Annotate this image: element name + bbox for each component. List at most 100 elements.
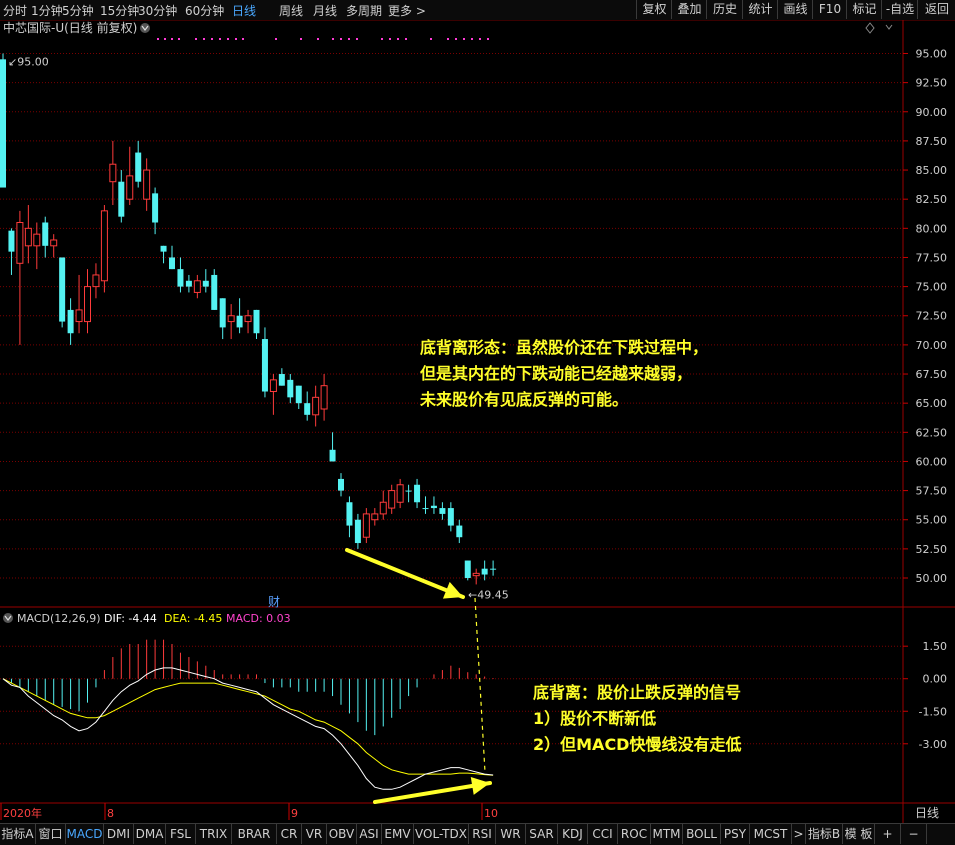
date-label: 9 [291, 807, 298, 820]
indicator-tab-15[interactable]: WR [496, 824, 526, 844]
indicator-tab-1[interactable]: 窗口 [36, 824, 66, 844]
indicator-tab-13[interactable]: VOL-TDX [414, 824, 469, 844]
indicator-tab-14[interactable]: RSI [469, 824, 496, 844]
indicator-tab-19[interactable]: ROC [618, 824, 651, 844]
candle-body [354, 519, 361, 544]
period-tab-9[interactable]: 多周期 [346, 2, 382, 19]
indicator-tab-11[interactable]: ASI [357, 824, 382, 844]
date-axis-right-label: 日线 [915, 806, 939, 820]
candle [287, 374, 294, 404]
indicator-tab-6[interactable]: TRIX [196, 824, 232, 844]
indicator-tab-17[interactable]: KDJ [558, 824, 588, 844]
indicator-tab-2[interactable]: MACD [66, 824, 104, 844]
toolbar-button-5[interactable]: F10 [812, 0, 847, 19]
toolbar-button-7[interactable]: -自选 [881, 0, 918, 19]
indicator-tab-4[interactable]: DMA [134, 824, 166, 844]
period-tab-5[interactable]: 60分钟 [185, 2, 224, 19]
period-tab-0[interactable]: 分时 [3, 2, 27, 19]
candle-body [33, 233, 41, 247]
date-label: 2020年 [3, 806, 42, 820]
indicator-tab-10[interactable]: OBV [327, 824, 357, 844]
annotation-bottom: 底背离：股价止跌反弹的信号 1）股价不断新低 2）但MACD快慢线没有走低 [533, 680, 741, 758]
macd-tick-label: 1.50 [923, 640, 948, 653]
toolbar-button-3[interactable]: 统计 [742, 0, 778, 19]
candle [236, 298, 243, 334]
candle [278, 368, 285, 386]
event-dot-27 [479, 38, 481, 40]
toolbar-button-2[interactable]: 历史 [706, 0, 743, 19]
candle [33, 222, 41, 270]
indicator-tab-18[interactable]: CCI [588, 824, 618, 844]
period-tab-10[interactable]: 更多 > [388, 2, 426, 19]
indicator-tab-24[interactable]: > [792, 824, 806, 844]
annotation-bottom-line-2: 1）股价不断新低 [533, 709, 657, 728]
period-tab-7[interactable]: 周线 [279, 2, 303, 19]
indicator-tab-22[interactable]: PSY [721, 824, 750, 844]
candle-body [160, 245, 167, 252]
indicator-tab-28[interactable]: − [901, 824, 927, 844]
period-tab-8[interactable]: 月线 [313, 2, 337, 19]
price-tick-label: 77.50 [916, 251, 948, 264]
indicator-tab-bar: 指标A 窗口 MACD DMI DMA FSL TRIX BRAR CR VR OBV ASI EMV V… [0, 823, 955, 845]
period-tab-6[interactable]: 日线 [232, 2, 256, 19]
period-tab-4[interactable]: 30分钟 [138, 2, 177, 19]
candle [490, 560, 497, 576]
period-tab-1[interactable]: 1分钟 [31, 2, 63, 19]
candle [362, 508, 370, 544]
candle [177, 257, 184, 293]
toolbar-button-1[interactable]: 叠加 [671, 0, 707, 19]
indicator-tab-9[interactable]: VR [302, 824, 327, 844]
event-dot-0 [157, 38, 159, 40]
event-dot-17 [356, 38, 358, 40]
toolbar-button-0[interactable]: 复权 [636, 0, 672, 19]
candle-body [312, 396, 320, 416]
indicator-tab-27[interactable]: + [875, 824, 901, 844]
event-dot-8 [227, 38, 229, 40]
price-tick-label: 85.00 [916, 164, 948, 177]
candle-body [329, 449, 336, 462]
period-tab-2[interactable]: 5分钟 [62, 2, 94, 19]
price-tick-label: 80.00 [916, 222, 948, 235]
indicator-tab-20[interactable]: MTM [651, 824, 683, 844]
indicator-tab-8[interactable]: CR [277, 824, 302, 844]
event-dot-23 [447, 38, 449, 40]
period-tab-3[interactable]: 15分钟 [100, 2, 139, 19]
macd-title: MACD(12,26,9) [17, 612, 101, 625]
candle [0, 53, 6, 188]
candle-body [143, 169, 151, 200]
candle [59, 257, 66, 328]
candle-body [152, 193, 159, 223]
toolbar-button-6[interactable]: 标记 [846, 0, 882, 19]
indicator-tab-12[interactable]: EMV [382, 824, 414, 844]
event-dot-26 [471, 38, 473, 40]
finance-marker: 财 [268, 595, 280, 609]
candle-body [169, 257, 175, 270]
indicator-tab-5[interactable]: FSL [166, 824, 196, 844]
diamond-icon [865, 22, 875, 34]
candle [338, 473, 344, 497]
chart-area: 95.0092.5090.0087.5085.0082.5080.0077.50… [0, 20, 955, 823]
price-tick-label: 52.50 [916, 543, 948, 556]
price-tick-label: 62.50 [916, 426, 948, 439]
event-dot-20 [397, 38, 399, 40]
event-dot-14 [332, 38, 334, 40]
candle [388, 484, 396, 514]
indicator-tab-7[interactable]: BRAR [232, 824, 277, 844]
axis-layer: 95.0092.5090.0087.5085.0082.5080.0077.50… [0, 47, 948, 820]
indicator-tab-25[interactable]: 指标B [806, 824, 843, 844]
indicator-tab-21[interactable]: BOLL [683, 824, 721, 844]
indicator-tab-16[interactable]: SAR [526, 824, 558, 844]
indicator-tab-3[interactable]: DMI [104, 824, 134, 844]
toolbar-button-8[interactable]: 返回 [917, 0, 955, 19]
price-low-label: ←49.45 [468, 588, 509, 601]
candle-body [109, 163, 117, 183]
annotation-bottom-line-1: 底背离：股价止跌反弹的信号 [533, 683, 742, 702]
toolbar-button-4[interactable]: 画线 [777, 0, 813, 19]
indicator-tab-0[interactable]: 指标A [0, 824, 36, 844]
candle-body [185, 280, 192, 287]
candle-body [236, 315, 243, 328]
candle-body [464, 560, 471, 579]
indicator-tab-26[interactable]: 模 板 [843, 824, 875, 844]
candle [304, 391, 311, 421]
indicator-tab-23[interactable]: MCST [750, 824, 792, 844]
